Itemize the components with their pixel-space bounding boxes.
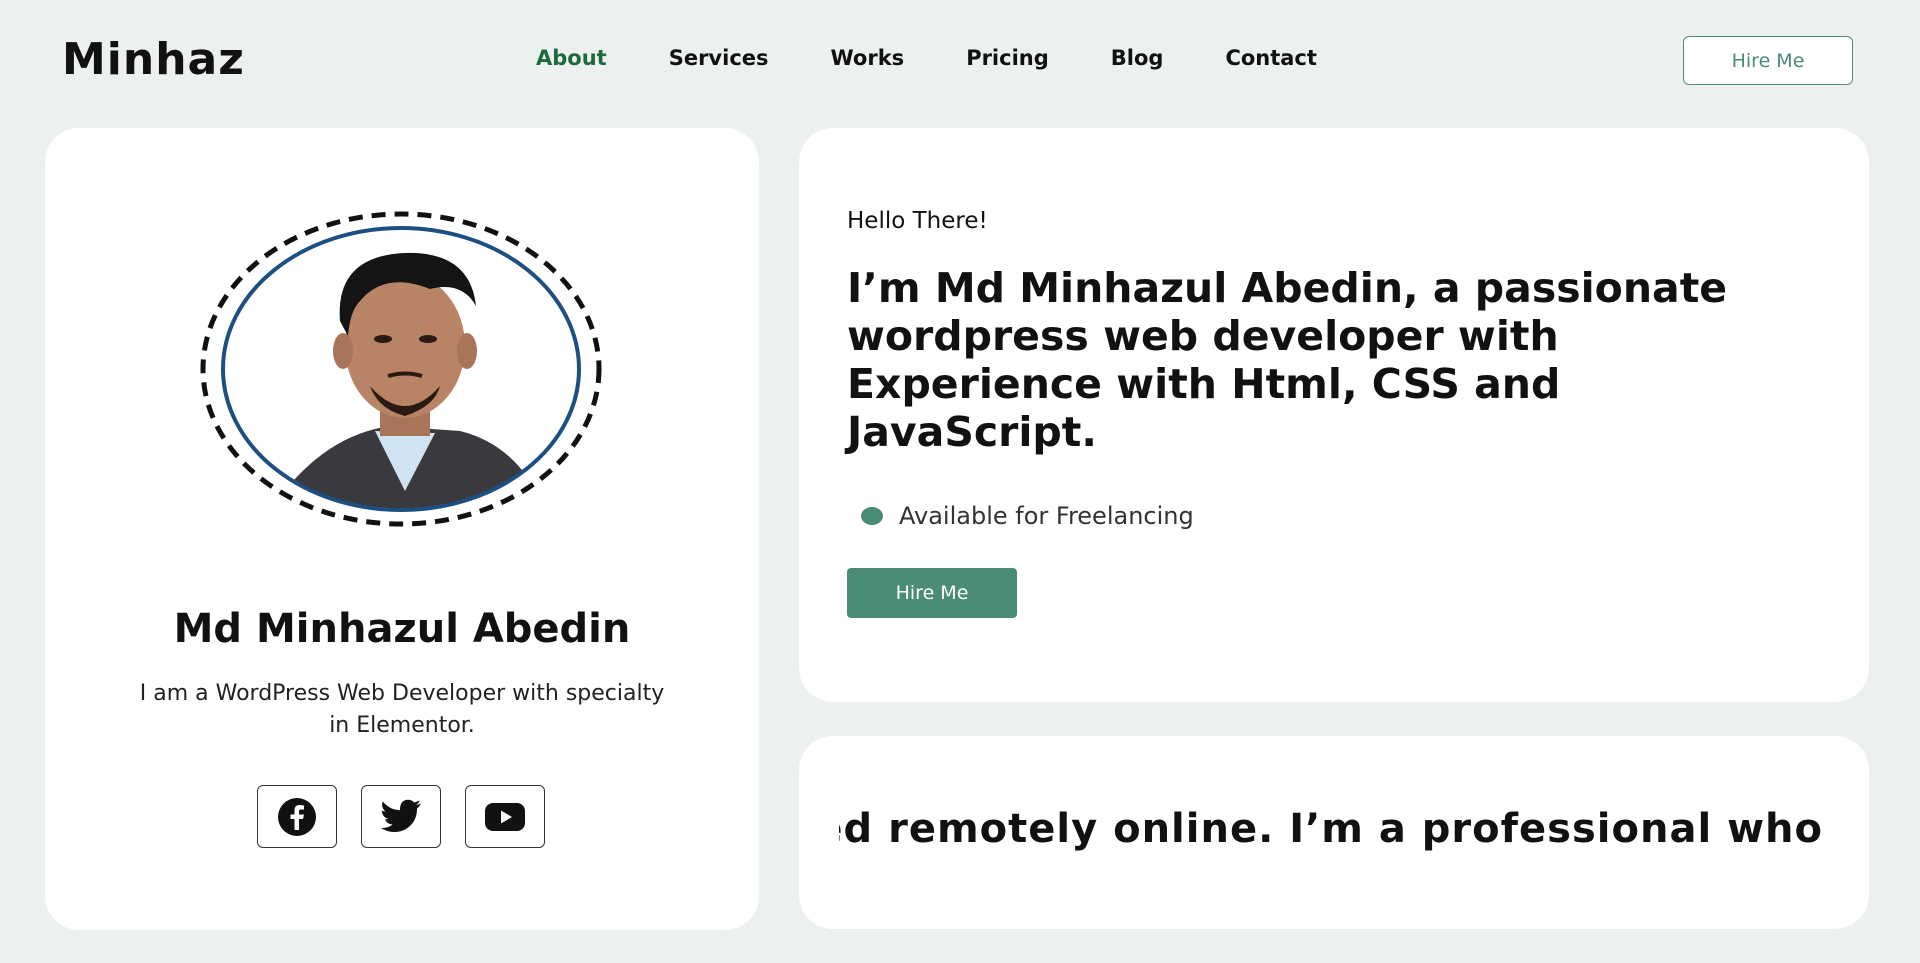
profile-name: Md Minhazul Abedin xyxy=(173,606,631,652)
avatar-portrait xyxy=(200,211,602,527)
nav-about[interactable]: About xyxy=(536,46,607,70)
availability-status: Available for Freelancing xyxy=(861,502,1194,530)
greeting: Hello There! xyxy=(847,208,988,234)
main-nav: About Services Works Pricing Blog Contac… xyxy=(536,46,1379,70)
nav-works[interactable]: Works xyxy=(831,46,905,70)
site-logo[interactable]: Minhaz xyxy=(62,34,245,85)
intro-hire-me-button[interactable]: Hire Me xyxy=(847,568,1017,618)
headline-name: Md Minhazul Abedin xyxy=(934,264,1404,312)
status-dot-icon xyxy=(861,507,883,525)
marquee: red remotely online. I’m a professional … xyxy=(839,806,1823,866)
social-links xyxy=(257,785,545,848)
marquee-text: red remotely online. I’m a professional … xyxy=(839,806,1823,852)
avatar xyxy=(200,211,602,527)
intro-card: Hello There! I’m Md Minhazul Abedin, a p… xyxy=(799,128,1869,702)
site-header: Minhaz About Services Works Pricing Blog… xyxy=(0,0,1920,120)
twitter-icon xyxy=(380,799,421,832)
facebook-icon xyxy=(278,797,316,836)
availability-text: Available for Freelancing xyxy=(899,502,1194,530)
nav-contact[interactable]: Contact xyxy=(1225,46,1317,70)
nav-pricing[interactable]: Pricing xyxy=(966,46,1049,70)
nav-blog[interactable]: Blog xyxy=(1111,46,1164,70)
headline-prefix: I’m xyxy=(847,264,935,312)
youtube-icon xyxy=(485,802,525,831)
youtube-button[interactable] xyxy=(465,785,545,848)
profile-card: Md Minhazul Abedin I am a WordPress Web … xyxy=(45,128,759,930)
marquee-card: red remotely online. I’m a professional … xyxy=(799,736,1869,929)
header-hire-me-button[interactable]: Hire Me xyxy=(1683,36,1853,85)
facebook-button[interactable] xyxy=(257,785,337,848)
nav-services[interactable]: Services xyxy=(669,46,769,70)
intro-headline: I’m Md Minhazul Abedin, a passionate wor… xyxy=(847,264,1787,456)
twitter-button[interactable] xyxy=(361,785,441,848)
profile-bio: I am a WordPress Web Developer with spec… xyxy=(139,681,665,738)
